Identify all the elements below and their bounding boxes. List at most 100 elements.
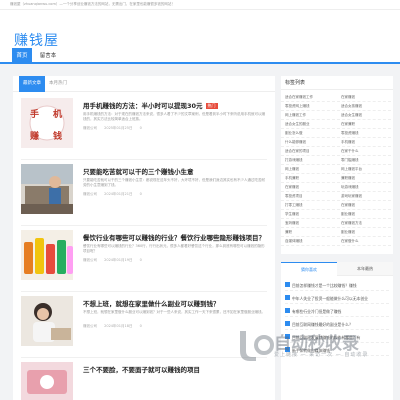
post-title[interactable]: 三个不要脸，不要面子就可以赚钱的项目	[83, 364, 200, 374]
tab-latest[interactable]: 最新文章	[19, 76, 45, 92]
post-list-tabs: 最新文章 本月热门	[13, 76, 275, 92]
post-excerpt: 不想上班，就想在家里做什么副业可以赚到钱？对于一些人来说，其实工作一天下来很累，…	[83, 310, 265, 314]
divider	[21, 225, 267, 226]
hot-list-text[interactable]: 目前互联网发展就赚钱的软件有哪些？有	[292, 335, 360, 340]
tab-monthly-hot[interactable]: 本月热门	[47, 76, 69, 92]
post-author: 赚钱公司	[83, 324, 97, 328]
site-logo[interactable]: 赚钱屋	[14, 30, 59, 50]
hot-list-text[interactable]: 目前怎样赚钱才是一个比较赚钱？赚钱	[292, 283, 357, 288]
thumb-char: 机	[53, 108, 62, 120]
hot-rank-icon	[285, 295, 290, 300]
hot-list-text[interactable]: 有哪些行业冷门但是做了赚钱	[292, 309, 341, 314]
tag-link[interactable]: 在家赚钱方法	[337, 219, 391, 228]
tag-link[interactable]: 零门槛赚钱	[337, 156, 391, 165]
tag-link[interactable]: 零投资项目	[281, 192, 335, 201]
post-views: 0	[139, 126, 142, 130]
hot-list-item[interactable]: 中年人失业了投资一般能做什么可以无本创业	[285, 293, 389, 304]
post-author: 赚钱公司	[83, 258, 97, 262]
hot-rank-icon	[285, 334, 290, 339]
tag-link[interactable]: 在家赚钱	[337, 93, 391, 102]
post-title-text[interactable]: 用手机赚钱的方法：半小时可以提现30元	[83, 102, 203, 110]
post-item[interactable]: 餐饮行业有哪些可以赚钱的行业？餐饮行业哪些隐形赚钱项目？ 餐饮行业有哪些可以赚钱…	[21, 230, 269, 288]
divider	[21, 291, 267, 292]
post-title[interactable]: 不想上班，就想在家里做什么副业可以赚到钱？	[83, 298, 220, 308]
tag-link[interactable]: 在家兼职	[337, 120, 391, 129]
post-title[interactable]: 餐饮行业有哪些可以赚钱的行业？餐饮行业哪些隐形赚钱项目？	[83, 232, 265, 242]
tag-link[interactable]: 在家做什么	[337, 237, 391, 246]
tag-link[interactable]: 副业赚钱	[337, 210, 391, 219]
hot-rank-icon	[285, 347, 290, 352]
post-thumbnail[interactable]: 手 机 赚 钱	[21, 98, 73, 148]
post-thumbnail[interactable]	[21, 362, 73, 400]
hot-panel: 猜你喜欢 本年最热 目前怎样赚钱才是一个比较赚钱？赚钱中年人失业了投资一般能做什…	[281, 262, 393, 400]
hot-badge: 热门	[205, 103, 218, 109]
tag-link[interactable]: 适合在家的项目	[281, 147, 335, 156]
hot-list-item[interactable]: 有哪些行业冷门但是做了赚钱	[285, 306, 389, 317]
tag-link[interactable]: 网上赚钱工作	[281, 111, 335, 120]
tab-guess-you-like[interactable]: 猜你喜欢	[281, 262, 337, 276]
tag-list-header: 标签列表	[281, 76, 393, 90]
hot-list-item[interactable]: 目前互联网发展就赚钱的软件有哪些？有	[285, 332, 389, 343]
tag-link[interactable]: 游戏玩家赚钱	[337, 192, 391, 201]
tag-link[interactable]: 在家干什么	[337, 147, 391, 156]
tag-link[interactable]: 打游戏赚钱	[281, 156, 335, 165]
post-list-panel: 最新文章 本月热门 手 机 赚 钱 用手机赚钱的方法：半小时可以提现30元 热门 …	[13, 76, 275, 400]
post-title[interactable]: 只要能吃苦就可以干的三个赚钱小生意	[83, 166, 194, 176]
tab-year-hot[interactable]: 本年最热	[337, 262, 393, 276]
tag-link[interactable]: 玩游戏赚钱	[337, 183, 391, 192]
tag-link[interactable]: 兼职赚钱	[337, 174, 391, 183]
post-title[interactable]: 用手机赚钱的方法：半小时可以提现30元 热门	[83, 100, 218, 110]
hot-list-text[interactable]: 新手如何做自媒体赚钱	[292, 348, 330, 353]
tag-link[interactable]: 自媒体赚钱	[281, 237, 335, 246]
post-date: 2025年01月25日	[104, 126, 133, 130]
post-meta: 赚钱公司 2024年01月18日 0	[83, 324, 148, 329]
tag-link[interactable]: 适合女生赚钱	[337, 111, 391, 120]
post-item[interactable]: 不想上班，就想在家里做什么副业可以赚到钱？ 不想上班，就想在家里做什么副业可以赚…	[21, 296, 269, 354]
tag-link[interactable]: 副业怎么做	[281, 129, 335, 138]
hot-list-item[interactable]: 目前怎样赚钱才是一个比较赚钱？赚钱	[285, 280, 389, 291]
main-nav: 首页 留言本	[0, 48, 400, 64]
post-author: 赚钱公司	[83, 126, 97, 130]
post-views: 0	[139, 258, 142, 262]
nav-item-home[interactable]: 首页	[12, 48, 32, 64]
hot-rank-icon	[285, 321, 290, 326]
hot-list-item[interactable]: 目前互联网赚钱最好的副业是什么？	[285, 319, 389, 330]
tag-link[interactable]: 在家赚钱	[337, 201, 391, 210]
tag-link[interactable]: 打零工赚钱	[281, 201, 335, 210]
tag-link[interactable]: 适合在家赚钱工作	[281, 93, 335, 102]
hot-list-item[interactable]: 新手如何做自媒体赚钱	[285, 345, 389, 356]
post-author: 赚钱公司	[83, 192, 97, 196]
post-thumbnail[interactable]	[21, 296, 73, 346]
post-date: 2024年01月19日	[104, 258, 133, 262]
post-item[interactable]: 只要能吃苦就可以干的三个赚钱小生意 只要能吃苦就可以干的三个赚钱小生意：都说现在…	[21, 164, 269, 222]
hot-rank-icon	[285, 308, 290, 313]
tag-link[interactable]: 手机兼职	[281, 174, 335, 183]
tag-link[interactable]: 副业赚钱	[337, 228, 391, 237]
hot-list-text[interactable]: 目前互联网赚钱最好的副业是什么？	[292, 322, 353, 327]
nav-item-guestbook[interactable]: 留言本	[36, 48, 60, 64]
tag-link[interactable]: 手机赚钱	[337, 138, 391, 147]
post-excerpt: 餐饮行业有哪些可以赚钱的行业？360行，行行出状元，很多人都看好餐饮这个行业，那…	[83, 244, 265, 253]
tag-link[interactable]: 零投资网上赚钱	[281, 102, 335, 111]
tag-link[interactable]: 宝妈赚钱	[281, 219, 335, 228]
tag-link[interactable]: 网上赚钱	[281, 165, 335, 174]
tag-link[interactable]: 在家赚钱	[281, 183, 335, 192]
tag-link[interactable]: 适合女孩赚钱	[337, 102, 391, 111]
hot-rank-icon	[285, 282, 290, 287]
post-meta: 赚钱公司 2025年01月25日 0	[83, 126, 148, 131]
post-item[interactable]: 三个不要脸，不要面子就可以赚钱的项目	[21, 362, 269, 400]
tag-link[interactable]: 零投资赚钱	[337, 129, 391, 138]
post-item[interactable]: 手 机 赚 钱 用手机赚钱的方法：半小时可以提现30元 热门 用手机赚钱的方法：对…	[21, 98, 269, 156]
post-views: 0	[139, 324, 142, 328]
post-views: 0	[139, 192, 142, 196]
post-excerpt: 只要能吃苦就可以干的三个赚钱小生意：都说现在这年头不好，大环境不好，但是我们身边…	[83, 178, 265, 187]
post-thumbnail[interactable]	[21, 164, 73, 214]
tag-link[interactable]: 什么能够赚钱	[281, 138, 335, 147]
hot-list-text[interactable]: 中年人失业了投资一般能做什么可以无本创业	[292, 296, 368, 301]
tag-link[interactable]: 网上赚钱平台	[337, 165, 391, 174]
tag-link[interactable]: 适合女生的副业	[281, 120, 335, 129]
tag-list-title: 标签列表	[285, 80, 306, 86]
tag-link[interactable]: 学生赚钱	[281, 210, 335, 219]
tag-link[interactable]: 兼职	[281, 228, 335, 237]
post-thumbnail[interactable]	[21, 230, 73, 280]
